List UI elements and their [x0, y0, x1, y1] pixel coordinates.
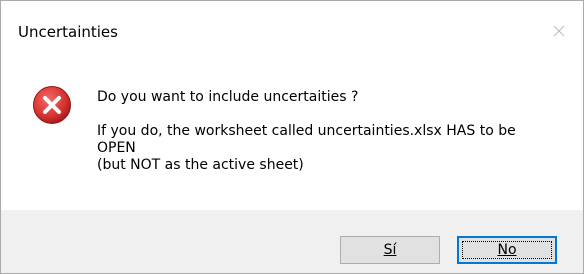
close-button[interactable] — [537, 1, 583, 45]
message-detail-line: OPEN — [97, 140, 136, 156]
message-dialog: Uncertainties Do you want to include unc… — [0, 0, 584, 274]
no-button[interactable]: No — [457, 236, 557, 264]
button-bar: Sí No — [1, 210, 583, 273]
dialog-title: Uncertainties — [18, 23, 118, 41]
no-button-label: No — [497, 242, 517, 258]
title-bar[interactable]: Uncertainties — [1, 1, 583, 45]
yes-button-label: Sí — [383, 242, 397, 258]
message-detail-line: (but NOT as the active sheet) — [97, 157, 304, 173]
close-icon — [553, 25, 565, 37]
dialog-message: Do you want to include uncertaities ? If… — [97, 89, 567, 174]
error-icon — [33, 86, 71, 124]
dialog-content: Do you want to include uncertaities ? If… — [1, 45, 583, 201]
message-detail-line: If you do, the worksheet called uncertai… — [97, 123, 516, 139]
message-question: Do you want to include uncertaities ? — [97, 89, 359, 105]
yes-button[interactable]: Sí — [340, 236, 440, 264]
